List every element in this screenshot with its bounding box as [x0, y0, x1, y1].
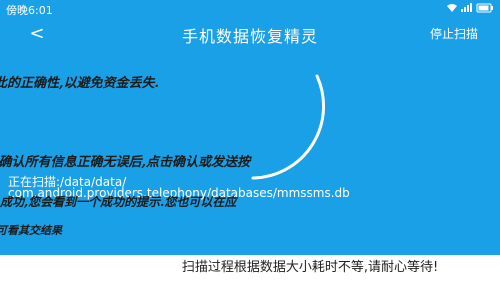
overlay-text-line-3: 成功,您会看到一个成功的提示.您也可以在应 [0, 195, 237, 209]
footer-panel: 扫描过程根据数据大小耗时不等,请耐心等待! [0, 255, 500, 300]
footer-message: 扫描过程根据数据大小耗时不等,请耐心等待! [181, 260, 439, 275]
stop-scan-button[interactable]: 停止扫描 [430, 25, 478, 42]
overlay-text-line-2: ·确认所有信息正确无误后,点击确认或发送按 [0, 155, 251, 170]
status-icons [446, 2, 494, 16]
app-header: < 手机数据恢复精灵 停止扫描 [0, 16, 500, 50]
overlay-text-line-4: 可看其交结果 [0, 224, 62, 237]
signal-icon [461, 3, 472, 12]
battery-icon [476, 3, 493, 13]
overlay-text-line-1: 此的正确性,以避免资金丢失. [0, 76, 160, 91]
scan-panel: 此的正确性,以避免资金丢失. ·确认所有信息正确无误后,点击确认或发送按 正在扫… [0, 50, 500, 255]
page-title: 手机数据恢复精灵 [181, 27, 318, 46]
spinner-arc [251, 74, 325, 180]
status-bar: 傍晚6:01 [0, 0, 500, 17]
wifi-icon [447, 4, 457, 12]
